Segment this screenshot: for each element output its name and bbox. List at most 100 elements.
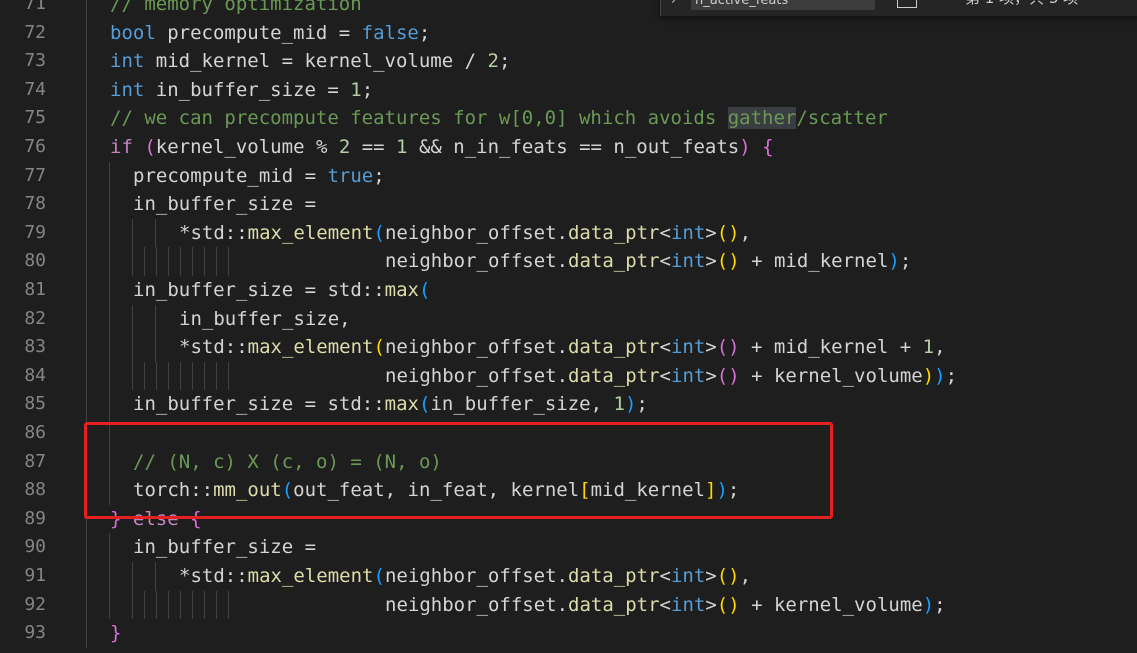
code-line[interactable]: 86	[0, 419, 1137, 448]
code-line[interactable]: 72 bool precompute_mid = false;	[0, 18, 1137, 48]
indent-guide	[109, 419, 110, 448]
code-token: (	[419, 279, 431, 301]
code-editor[interactable]: 71 // memory optimization 72 bool precomput…	[0, 0, 1137, 653]
code-token: ()	[716, 364, 740, 387]
indent-guide	[204, 590, 205, 620]
code-line[interactable]: 81 in_buffer_size = std::max(	[0, 276, 1137, 305]
code-line[interactable]: 80 neighbor_offset.data_ptr<int>() + mid_…	[0, 247, 1137, 276]
code-token: max	[384, 279, 419, 301]
indent-guide	[144, 361, 145, 391]
indent-guide	[109, 533, 110, 562]
code-token: ;	[945, 364, 958, 387]
indent-guide	[180, 590, 181, 620]
code-line[interactable]: 74 int in_buffer_size = 1;	[0, 75, 1137, 105]
code-token: gather	[727, 107, 797, 130]
indent-guide	[109, 247, 110, 276]
line-number: 83	[24, 336, 46, 358]
code-token: int	[110, 50, 145, 73]
line-number: 92	[24, 593, 46, 615]
code-text: neighbor_offset.data_ptr<int>() + kernel…	[385, 362, 957, 391]
code-text: if (kernel_volume % 2 == 1 && n_in_feats…	[110, 133, 774, 162]
code-line[interactable]: 83 *std::max_element(neighbor_offset.data…	[0, 333, 1137, 362]
code-token: ;	[899, 250, 912, 273]
code-line[interactable]: 89} else {	[0, 504, 1137, 534]
code-token: <	[659, 565, 671, 587]
code-line[interactable]: 92 neighbor_offset.data_ptr<int>() + kern…	[0, 590, 1137, 620]
code-line[interactable]: 91 *std::max_element(neighbor_offset.data…	[0, 562, 1137, 591]
indent-guide	[156, 247, 157, 276]
code-token: <	[659, 364, 671, 387]
code-token: max	[384, 393, 419, 416]
code-token: mid_kernel = kernel_volume /	[144, 50, 488, 73]
line-number: 81	[24, 279, 46, 300]
code-line[interactable]: 85 in_buffer_size = std::max(in_buffer_si…	[0, 390, 1137, 419]
code-token: + mid_kernel	[739, 250, 889, 273]
indent-guide	[86, 104, 87, 133]
code-line[interactable]: 84 neighbor_offset.data_ptr<int>() + kern…	[0, 361, 1137, 391]
code-line[interactable]: 73 int mid_kernel = kernel_volume / 2;	[0, 47, 1137, 76]
code-line[interactable]: 75 // we can precompute features for w[0,…	[0, 104, 1137, 133]
indent-guide	[168, 590, 169, 620]
indent-guide	[86, 218, 87, 248]
code-text: // (N, c) X (c, o) = (N, o)	[133, 448, 442, 477]
code-token: [	[579, 479, 591, 502]
code-line[interactable]: 77 precompute_mid = true;	[0, 161, 1137, 191]
indent-guide	[109, 562, 110, 591]
code-token: ()	[716, 221, 740, 244]
indent-guide	[109, 476, 110, 505]
find-in-selection-icon[interactable]	[897, 0, 917, 8]
line-number: 86	[24, 422, 46, 443]
code-token: in_buffer_size,	[430, 393, 614, 416]
code-token: ==	[350, 136, 397, 158]
indent-guide	[155, 304, 156, 334]
code-line[interactable]: 79 *std::max_element(neighbor_offset.data…	[0, 218, 1137, 248]
chevron-right-icon[interactable]: ›	[671, 0, 676, 8]
code-token: ()	[716, 336, 740, 359]
code-token: >	[705, 565, 717, 587]
line-number: 77	[24, 164, 46, 186]
code-token: max_element	[247, 565, 374, 587]
indent-guide	[86, 533, 87, 562]
code-token: )	[716, 479, 728, 502]
line-number: 78	[24, 193, 46, 215]
code-token: *std::	[179, 336, 248, 359]
code-token: bool	[110, 21, 156, 44]
indent-guide	[86, 476, 87, 505]
code-token: (	[373, 565, 385, 587]
code-line[interactable]: 82 in_buffer_size,	[0, 304, 1137, 334]
code-line[interactable]: 78 in_buffer_size =	[0, 190, 1137, 219]
code-line[interactable]: 93}	[0, 619, 1137, 648]
code-token: else	[132, 507, 179, 530]
code-line[interactable]: 76 if (kernel_volume % 2 == 1 && n_in_fea…	[0, 133, 1137, 162]
indent-guide	[228, 361, 229, 391]
code-token: if	[110, 136, 133, 158]
indent-guide	[109, 390, 110, 419]
indent-guide	[86, 390, 87, 419]
indent-guide	[156, 361, 157, 391]
code-token: ,	[739, 221, 752, 244]
code-token: (	[373, 221, 385, 244]
code-token: data_ptr	[568, 593, 660, 616]
find-options-icon[interactable]: ▪	[931, 0, 941, 4]
code-token: *std::	[179, 565, 248, 587]
code-line[interactable]: 87 // (N, c) X (c, o) = (N, o)	[0, 447, 1137, 477]
code-token: ;	[361, 78, 374, 101]
indent-guide	[109, 218, 110, 248]
code-token: )	[934, 364, 946, 387]
code-token: neighbor_offset.	[384, 221, 568, 244]
code-text: in_buffer_size = std::max(	[133, 276, 430, 305]
indent-guide	[192, 361, 193, 391]
indent-guide	[109, 304, 110, 334]
code-token: 1	[922, 336, 935, 359]
line-number: 93	[24, 622, 46, 644]
indent-guide	[132, 247, 133, 276]
code-token: int	[671, 364, 706, 387]
code-line[interactable]: 90 in_buffer_size =	[0, 533, 1137, 562]
indent-guide	[192, 247, 193, 276]
code-token: ,	[739, 565, 752, 587]
code-token: 2	[338, 136, 351, 158]
find-match-count: 第 1 项，共 3 项	[965, 0, 1078, 8]
find-input[interactable]: n_active_feats	[691, 0, 875, 10]
code-line[interactable]: 88 torch::mm_out(out_feat, in_feat, kerne…	[0, 476, 1137, 505]
